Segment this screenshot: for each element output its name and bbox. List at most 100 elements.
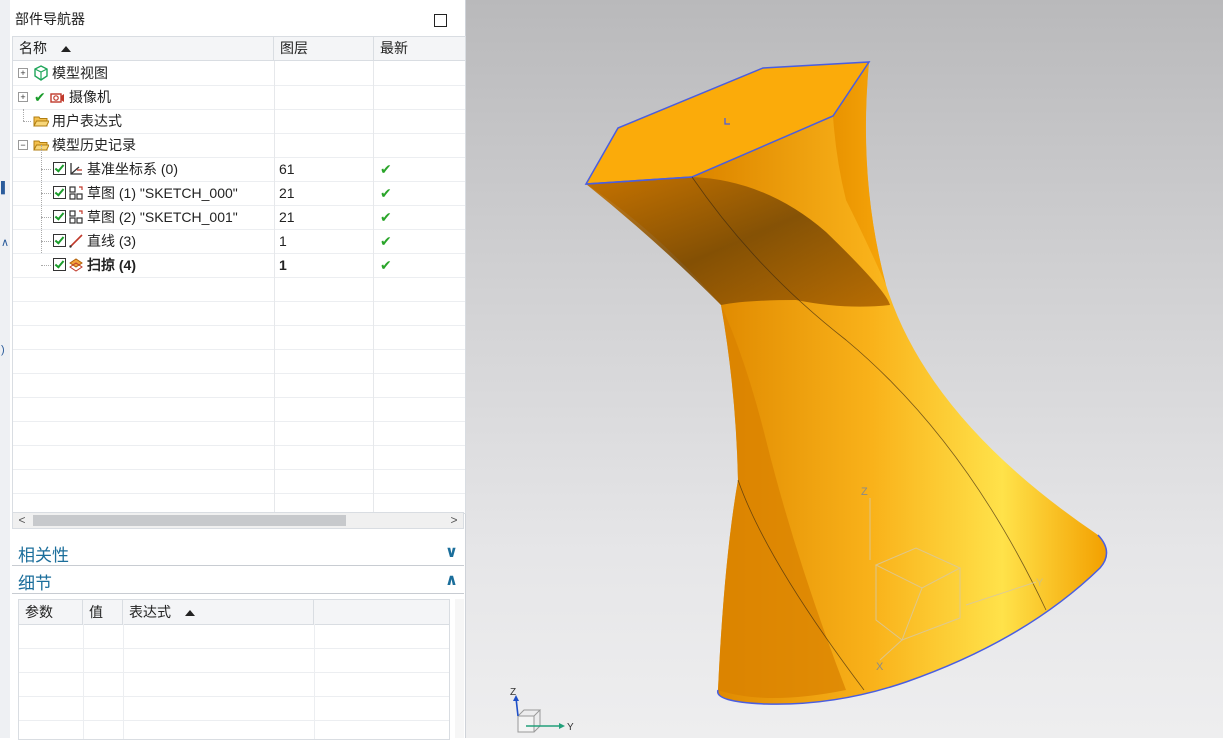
tree-row-model-views[interactable]: + 模型视图 <box>13 61 465 86</box>
expand-icon[interactable]: + <box>18 92 28 102</box>
tree-connector <box>41 193 42 217</box>
details-table: 参数 值 表达式 <box>18 599 450 740</box>
tree-row-label: 扫掠 (4) <box>87 257 136 273</box>
scroll-left-icon[interactable]: < <box>14 513 30 528</box>
tree-row-user-expressions[interactable]: 用户表达式 <box>13 109 465 134</box>
line-icon <box>69 234 83 248</box>
tree-row-label: 基准坐标系 (0) <box>87 161 178 177</box>
empty-row <box>13 349 465 374</box>
empty-row <box>13 325 465 350</box>
latest-cell <box>374 109 465 133</box>
swept-solid-model[interactable]: Z Y X <box>466 0 1223 738</box>
tree-connector <box>41 145 42 169</box>
feature-checkbox[interactable] <box>53 234 66 247</box>
table-header: 名称 图层 最新 <box>13 37 465 61</box>
layer-cell <box>274 85 374 109</box>
sort-ascending-icon <box>185 610 195 617</box>
collapse-icon[interactable]: − <box>18 140 28 150</box>
tree-row-sweep[interactable]: 扫掠 (4) 1 ✔ <box>13 241 465 278</box>
tree-connector <box>41 265 51 266</box>
latest-check-icon: ✔ <box>380 185 392 201</box>
chevron-up-icon[interactable]: ∧ <box>445 570 458 590</box>
tree-row-label: 模型历史记录 <box>52 137 136 153</box>
latest-cell <box>374 133 465 157</box>
latest-cell <box>374 85 465 109</box>
tree-row-label: 模型视图 <box>52 65 108 81</box>
layer-cell: 21 <box>274 181 374 205</box>
datum-csys-icon <box>70 163 82 175</box>
feature-checkbox[interactable] <box>53 162 66 175</box>
graphics-viewport[interactable]: Z Y X Z Y <box>466 0 1223 738</box>
horizontal-scrollbar[interactable]: < > <box>12 512 464 529</box>
layer-cell <box>274 61 374 85</box>
ghost-z-label: Z <box>861 486 868 498</box>
empty-row <box>13 469 465 494</box>
scroll-right-icon[interactable]: > <box>446 513 462 528</box>
feature-checkbox[interactable] <box>53 210 66 223</box>
layer-cell: 21 <box>274 205 374 229</box>
column-header-latest[interactable]: 最新 <box>374 37 465 60</box>
tree-row-sketch-000[interactable]: 草图 (1) "SKETCH_000" 21 ✔ <box>13 169 465 206</box>
column-header-value[interactable]: 值 <box>83 600 123 624</box>
tree-row-sketch-001[interactable]: 草图 (2) "SKETCH_001" 21 ✔ <box>13 193 465 230</box>
details-vertical-scrollbar[interactable] <box>455 599 464 738</box>
view-triad-icon[interactable]: Z Y <box>504 686 584 738</box>
column-header-param[interactable]: 参数 <box>19 600 83 624</box>
navigator-tree-table: 名称 图层 最新 + 模型视图 + ✔ 摄像机 用户表达式 − 模型历史记录 基… <box>12 36 466 514</box>
tree-row-label: 摄像机 <box>69 89 111 105</box>
tree-row-model-history[interactable]: − 模型历史记录 <box>13 133 465 158</box>
chevron-down-icon[interactable]: ∨ <box>445 542 458 562</box>
sketch-icon <box>69 210 83 224</box>
part-navigator: 部件导航器 名称 图层 最新 + 模型视图 + ✔ 摄像机 用户表达式 − 模型… <box>10 0 466 740</box>
ghost-y-label: Y <box>1036 577 1044 589</box>
strip-marker-icon: ) <box>1 344 5 356</box>
empty-row <box>13 373 465 398</box>
triad-y-label: Y <box>567 722 574 733</box>
sweep-icon <box>69 258 83 272</box>
latest-check-icon: ✔ <box>380 257 392 273</box>
empty-row <box>13 445 465 470</box>
navigator-title: 部件导航器 <box>15 11 85 27</box>
strip-marker-icon: ∧ <box>1 237 10 249</box>
expand-icon[interactable]: + <box>18 68 28 78</box>
tree-connector <box>41 217 51 218</box>
layer-cell: 1 <box>274 229 374 253</box>
tree-row-line[interactable]: 直线 (3) 1 ✔ <box>13 217 465 254</box>
dependency-panel-header[interactable]: 相关性 ∨ <box>12 539 464 566</box>
empty-row <box>13 277 465 302</box>
tree-connector <box>41 241 51 242</box>
column-header-name[interactable]: 名称 <box>13 37 274 60</box>
empty-row <box>13 421 465 446</box>
tree-row-label: 用户表达式 <box>52 113 122 129</box>
folder-open-icon <box>33 116 49 127</box>
layer-cell: 61 <box>274 157 374 181</box>
column-header-layer[interactable]: 图层 <box>274 37 374 60</box>
tree-row-datum-csys[interactable]: 基准坐标系 (0) 61 ✔ <box>13 145 465 182</box>
empty-row <box>13 493 465 513</box>
column-header-expression[interactable]: 表达式 <box>123 600 314 624</box>
layer-cell <box>274 109 374 133</box>
latest-cell <box>374 61 465 85</box>
ghost-x-label: X <box>876 661 884 673</box>
tree-connector <box>41 241 42 253</box>
details-panel-header[interactable]: 细节 ∧ <box>12 567 464 594</box>
feature-checkbox[interactable] <box>53 186 66 199</box>
dependency-panel-title: 相关性 <box>18 546 69 565</box>
triad-z-label: Z <box>510 687 516 698</box>
scrollbar-thumb[interactable] <box>33 515 346 526</box>
column-name-label: 名称 <box>19 40 47 56</box>
tree-connector <box>23 121 31 122</box>
tree-row-cameras[interactable]: + ✔ 摄像机 <box>13 85 465 110</box>
tree-connector <box>41 217 42 241</box>
layer-cell: 1 <box>274 253 374 277</box>
column-expression-label: 表达式 <box>129 604 171 620</box>
check-mark-icon: ✔ <box>34 89 46 105</box>
layer-cell <box>274 133 374 157</box>
feature-checkbox[interactable] <box>53 258 66 271</box>
tree-row-label: 草图 (1) "SKETCH_000" <box>87 185 238 201</box>
details-table-header: 参数 值 表达式 <box>19 600 449 625</box>
sort-ascending-icon <box>61 46 71 53</box>
column-header-empty <box>314 600 449 624</box>
camera-icon <box>50 93 64 103</box>
maximize-icon[interactable] <box>434 14 447 27</box>
